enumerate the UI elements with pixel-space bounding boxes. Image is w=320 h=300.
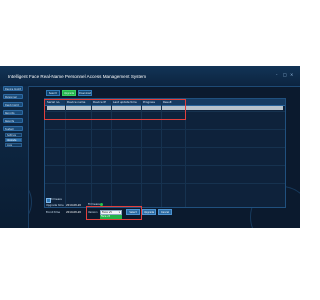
sidebar-item-reports[interactable]: Reports [3,118,23,123]
title-bar: Intelligent Face Real-Name Personnel Acc… [0,66,300,87]
sidebar-subitem-logs[interactable]: Logs [5,143,22,147]
upgrade-time-label: Upgrade time [46,204,64,207]
sidebar-subitem-upgrade[interactable]: Upgrade [5,138,22,142]
firmware2-label: Firmware [88,203,100,206]
version-option[interactable]: Face v5 [100,215,122,219]
tab-download[interactable]: Download [78,90,92,96]
tab-upgrade[interactable]: Upgrade [62,90,76,96]
highlight-box [44,99,186,120]
app-window: Intelligent Face Real-Name Personnel Acc… [0,66,300,228]
tab-search[interactable]: Search [46,90,60,96]
cancel-button[interactable]: Cancel [158,209,172,215]
sidebar: Device mgmt Personnel Dept mgmt Records … [0,86,29,228]
upgrade-time-value: 2019-08-20 [66,204,82,207]
status-dot-icon [100,203,103,206]
version-select-value: Face v5 [102,211,112,214]
select-button[interactable]: Select [126,209,140,215]
sidebar-item-system[interactable]: System [3,126,23,131]
row-divider [45,129,285,130]
minimize-icon[interactable]: - [276,72,281,77]
row-divider [45,165,285,166]
sidebar-item-personnel[interactable]: Personnel [3,94,23,99]
app-title: Intelligent Face Real-Name Personnel Acc… [8,74,147,79]
close-icon[interactable]: × [290,72,295,77]
row-divider [45,183,285,184]
upgrade-button[interactable]: Upgrade [142,209,156,215]
version-label: Version [88,211,98,214]
enroll-time-value: 2019-08-20 [66,211,82,214]
sidebar-item-dept[interactable]: Dept mgmt [3,102,23,107]
firmware-label: Firmware [50,198,62,201]
sidebar-item-records[interactable]: Records [3,110,23,115]
sidebar-subitem-settings[interactable]: Settings [5,133,22,137]
row-divider [45,147,285,148]
maximize-icon[interactable]: □ [283,72,288,77]
enroll-time-label: Enroll time [46,211,61,214]
sidebar-item-device[interactable]: Device mgmt [3,86,23,91]
